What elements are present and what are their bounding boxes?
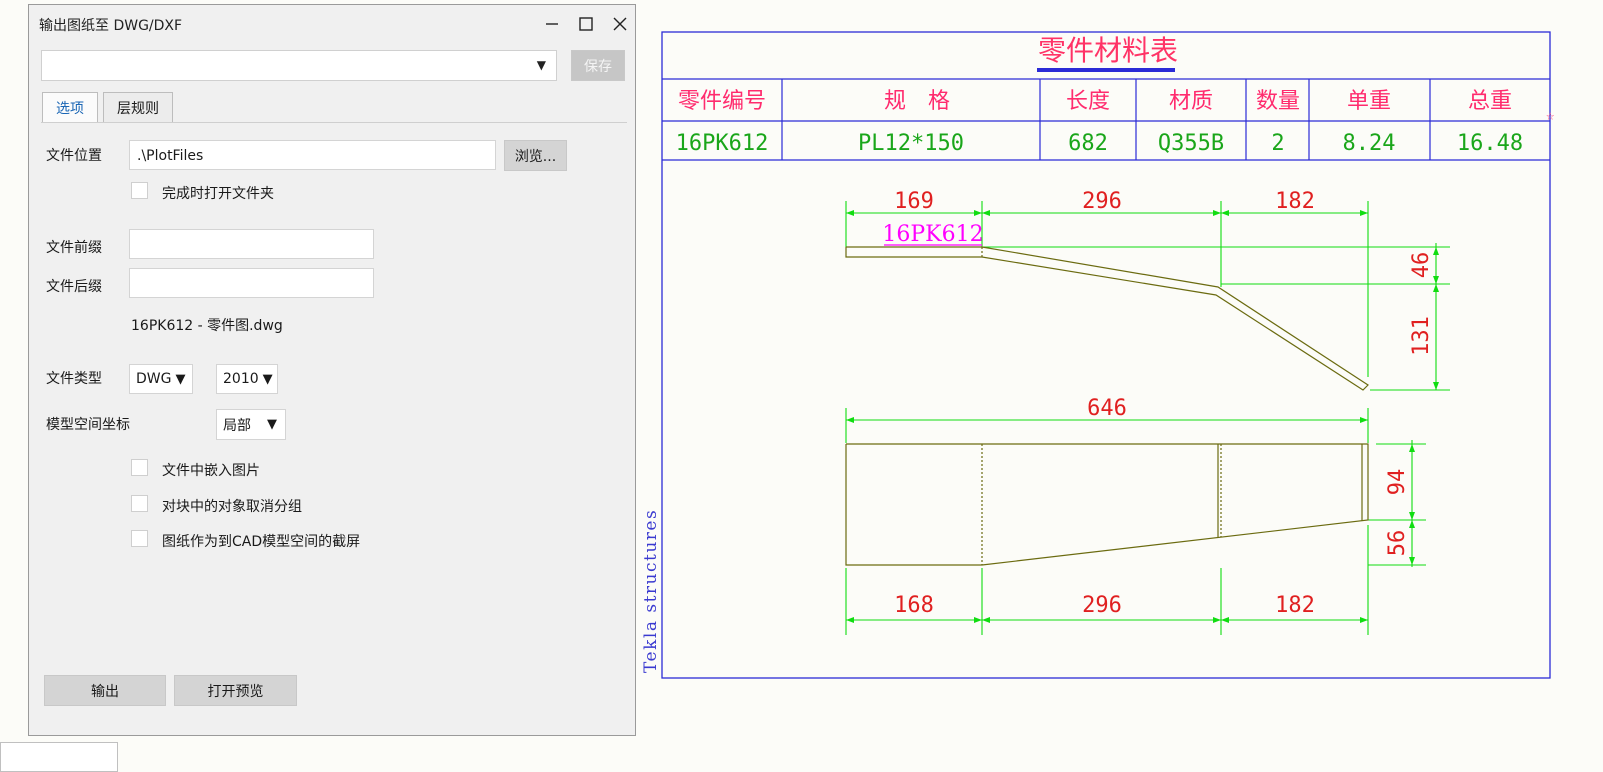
row-cell: Q355B: [1158, 131, 1224, 156]
export-button[interactable]: 输出: [44, 675, 166, 706]
dim-label: 131: [1409, 316, 1434, 356]
browse-button[interactable]: 浏览...: [504, 140, 567, 171]
header-cell: 材质: [1169, 89, 1213, 114]
header-cell: 总重: [1468, 89, 1512, 114]
part-label: 16PK612: [882, 222, 983, 247]
file-type-label: 文件类型: [46, 371, 102, 387]
settings-combo[interactable]: ▼: [41, 50, 557, 81]
save-button[interactable]: 保存: [571, 50, 625, 81]
row-cell: PL12*150: [858, 131, 964, 156]
dim-label: 182: [1275, 189, 1315, 214]
row-cell: 16PK612: [676, 131, 769, 156]
tab-options[interactable]: 选项: [42, 92, 98, 123]
side-text: Tekla structures: [641, 509, 661, 673]
suffix-input[interactable]: [129, 268, 374, 298]
table-title: 零件材料表: [1038, 34, 1178, 67]
dim-label: 56: [1385, 530, 1410, 557]
file-type-dropdown[interactable]: DWG ▼: [129, 364, 193, 394]
dim-label: 46: [1409, 252, 1434, 279]
header-cell: 零件编号: [678, 89, 766, 114]
suffix-label: 文件后缀: [46, 279, 102, 295]
part-side-view: [845, 443, 1369, 566]
ungroup-label: 对块中的对象取消分组: [162, 499, 302, 515]
minimize-icon[interactable]: [536, 9, 568, 39]
dialog-title: 输出图纸至 DWG/DXF: [39, 18, 183, 34]
embed-images-checkbox[interactable]: [131, 459, 148, 476]
part-top-view: [845, 246, 1369, 391]
model-coord-dropdown[interactable]: 局部 ▼: [216, 409, 286, 440]
star-icon: ☆: [1546, 108, 1555, 124]
row-cell: 682: [1068, 131, 1108, 156]
title-bar[interactable]: 输出图纸至 DWG/DXF: [29, 5, 635, 43]
file-type-value: DWG: [136, 371, 172, 387]
tab-divider: [41, 122, 627, 123]
dim-label: 94: [1385, 469, 1410, 496]
file-location-label: 文件位置: [46, 148, 102, 164]
model-coord-label: 模型空间坐标: [46, 417, 130, 433]
dim-label: 168: [894, 593, 934, 618]
open-folder-checkbox[interactable]: [131, 182, 148, 199]
open-folder-label: 完成时打开文件夹: [162, 186, 274, 202]
prefix-label: 文件前缀: [46, 240, 102, 256]
dim-label: 182: [1275, 593, 1315, 618]
embed-images-label: 文件中嵌入图片: [162, 463, 260, 479]
version-value: 2010: [223, 371, 259, 387]
maximize-icon[interactable]: [570, 9, 602, 39]
chevron-down-icon: ▼: [175, 371, 186, 387]
header-cell: 单重: [1347, 89, 1391, 114]
screenshot-label: 图纸作为到CAD模型空间的截屏: [162, 534, 361, 550]
dim-label: 296: [1082, 593, 1122, 618]
header-cell: 长度: [1066, 89, 1110, 114]
header-cell: 规 格: [884, 89, 950, 114]
prefix-input[interactable]: [129, 229, 374, 259]
version-dropdown[interactable]: 2010 ▼: [216, 364, 278, 394]
model-coord-value: 局部: [223, 417, 251, 434]
chevron-down-icon: ▼: [536, 58, 546, 72]
dim-label: 646: [1087, 396, 1127, 421]
open-preview-button[interactable]: 打开预览: [174, 675, 297, 706]
row-cell: 16.48: [1457, 131, 1523, 156]
dim-label: 169: [894, 189, 934, 214]
row-cell: 2: [1271, 131, 1284, 156]
ungroup-checkbox[interactable]: [131, 495, 148, 512]
chevron-down-icon: ▼: [267, 417, 277, 432]
taskbar-popup: [0, 742, 118, 772]
filename-preview: 16PK612 - 零件图.dwg: [131, 318, 283, 334]
screenshot-checkbox[interactable]: [131, 530, 148, 547]
header-cell: 数量: [1256, 89, 1300, 114]
dim-label: 296: [1082, 189, 1122, 214]
cad-drawing: 零件材料表 零件编号 规 格 长度 材质 数量 单重 总重 ☆ 16PK612 …: [641, 31, 1555, 679]
file-location-input[interactable]: .\PlotFiles: [129, 140, 496, 170]
export-dialog: 输出图纸至 DWG/DXF ▼ 保存 选项 层规则 文件位置 .\PlotFil…: [28, 4, 636, 736]
tab-layer-rules[interactable]: 层规则: [103, 92, 173, 123]
row-cell: 8.24: [1343, 131, 1396, 156]
chevron-down-icon: ▼: [262, 371, 273, 387]
